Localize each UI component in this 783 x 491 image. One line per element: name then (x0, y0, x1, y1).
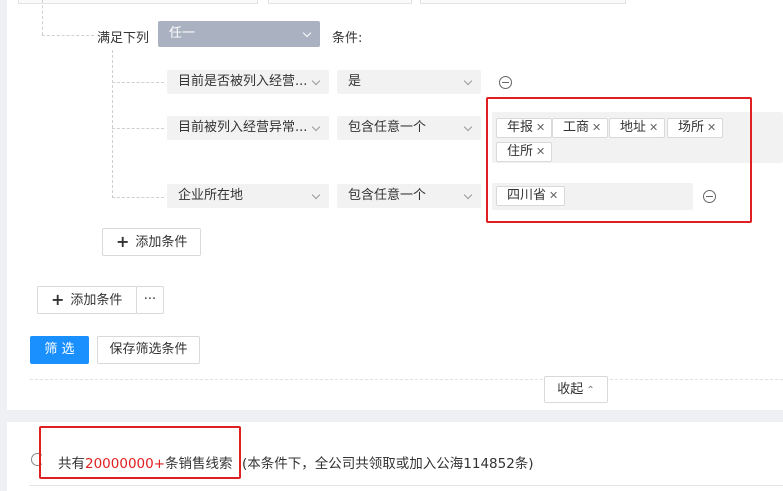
condition-field-value: 企业所在地 (178, 188, 244, 203)
tree-connector (112, 82, 164, 83)
chevron-down-icon (311, 190, 321, 200)
divider (30, 379, 783, 380)
top-field-fragment (420, 0, 626, 4)
remove-condition-icon[interactable] (499, 76, 512, 89)
more-button[interactable]: ··· (136, 286, 164, 314)
tree-connector (42, 0, 43, 35)
match-mode-select[interactable]: 任一 (158, 21, 320, 47)
condition-operator-value: 包含任意一个 (348, 188, 427, 203)
collapse-button[interactable]: 收起 ⌃ (544, 376, 608, 403)
condition-operator-select[interactable]: 包含任意一个 (337, 184, 481, 208)
condition-field-select[interactable]: 企业所在地 (167, 184, 329, 208)
add-condition-button[interactable]: + 添加条件 (102, 228, 201, 256)
chevron-down-icon (302, 28, 312, 38)
tree-connector (112, 197, 164, 198)
filter-button[interactable]: 筛 选 (30, 336, 89, 364)
condition-operator-value: 是 (348, 74, 362, 89)
tree-connector (112, 128, 164, 129)
section-gap (0, 410, 783, 422)
chevron-down-icon (463, 76, 473, 86)
plus-icon: + (116, 232, 130, 251)
top-field-fragment (268, 0, 412, 4)
condition-operator-value: 包含任意一个 (348, 120, 427, 135)
add-condition-group-button[interactable]: + 添加条件 (37, 286, 137, 314)
plus-icon: + (51, 290, 65, 309)
highlight-box (39, 426, 241, 479)
chevron-down-icon (463, 190, 473, 200)
chevron-down-icon (463, 122, 473, 132)
condition-operator-select[interactable]: 包含任意一个 (337, 116, 481, 140)
condition-field-select[interactable]: 目前是否被列入经营... (167, 70, 329, 94)
chevron-up-icon: ⌃ (586, 385, 595, 396)
tree-connector (42, 35, 94, 36)
tree-connector (112, 50, 113, 198)
condition-field-value: 目前被列入经营异常... (178, 120, 308, 135)
results-panel: 共有20000000+条销售线索 (本条件下，全公司共领取或加入公海114852… (7, 422, 783, 491)
chevron-down-icon (311, 122, 321, 132)
left-gutter (0, 0, 7, 491)
top-field-fragment (18, 0, 258, 4)
condition-field-select[interactable]: 目前被列入经营异常... (167, 116, 329, 140)
divider (29, 485, 783, 486)
match-label: 满足下列 (97, 31, 150, 46)
results-note: (本条件下，全公司共领取或加入公海114852条) (242, 456, 534, 472)
highlight-box (486, 97, 752, 223)
condition-operator-select[interactable]: 是 (337, 70, 481, 94)
match-mode-value: 任一 (169, 26, 196, 41)
condition-suffix: 条件: (332, 31, 363, 46)
filter-panel: 满足下列 任一 条件: 目前是否被列入经营... 是 目前被列入经营异常... … (0, 0, 783, 410)
save-filter-button[interactable]: 保存筛选条件 (97, 336, 200, 364)
chevron-down-icon (311, 76, 321, 86)
condition-field-value: 目前是否被列入经营... (178, 74, 308, 89)
